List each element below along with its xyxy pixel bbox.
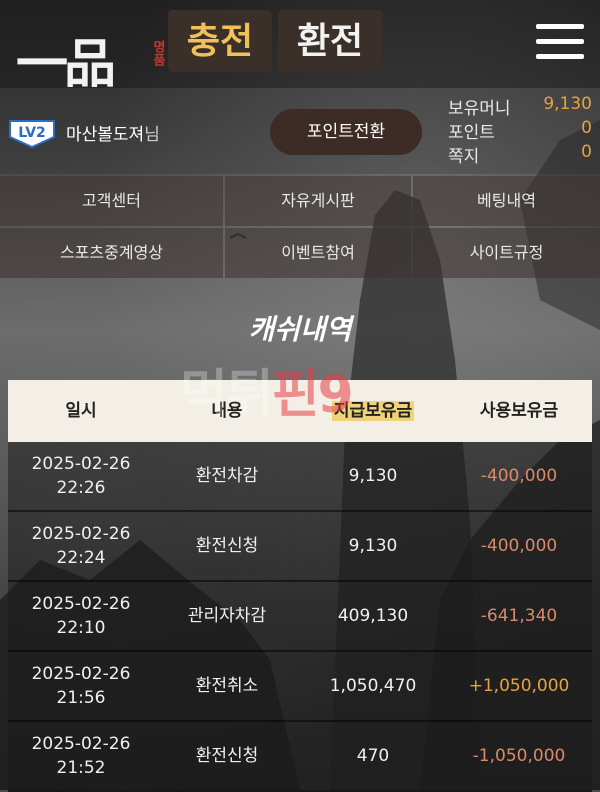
row-time: 22:10 [56,618,106,638]
nav-customer-center[interactable]: 고객센터 [0,176,223,226]
username-suffix: 님 [144,125,160,145]
charge-button[interactable]: 충전 [168,10,272,72]
site-logo[interactable]: 一品 명품 [8,14,165,95]
row-content: 환전신청 [195,746,259,766]
nav-event[interactable]: 이벤트참여 [225,228,411,278]
row-time: 22:26 [56,478,106,498]
row-used-balance: -400,000 [480,536,558,556]
row-paid-balance: 409,130 [337,606,409,626]
page-title: 캐쉬내역 [248,313,352,346]
username-text: 마산볼도져 [66,125,145,145]
stat-value-money: 9,130 [543,94,592,114]
row-datetime: 2025-02-26 22:24 [8,522,154,570]
row-datetime: 2025-02-26 21:52 [8,732,154,780]
stat-label-point: 포인트 [448,123,495,143]
svg-text:LV2: LV2 [18,125,46,141]
table-row: 2025-02-26 22:24 환전신청 9,130 -400,000 [8,512,592,582]
row-paid-balance: 470 [356,746,390,766]
header-used-balance: 사용보유금 [479,401,559,421]
row-content: 환전취소 [195,676,259,696]
row-used-balance: +1,050,000 [468,676,570,696]
table-row: 2025-02-26 22:10 관리자차감 409,130 -641,340 [8,582,592,652]
table-row: 2025-02-26 21:52 환전신청 470 -1,050,000 [8,722,592,792]
row-date: 2025-02-26 [31,594,131,614]
header-date: 일시 [65,401,97,421]
nav-sports-stream[interactable]: 스포츠중계영상 [0,228,223,278]
row-time: 22:24 [56,548,106,568]
row-time: 21:52 [56,758,106,778]
top-header: 一品 명품 충전 환전 [0,0,600,95]
row-datetime: 2025-02-26 22:26 [8,452,154,500]
nav-site-rules[interactable]: 사이트규정 [413,228,600,278]
table-row: 2025-02-26 21:56 환전취소 1,050,470 +1,050,00… [8,652,592,722]
row-used-balance: -1,050,000 [472,746,566,766]
logo-subtext: 명품 [150,40,165,66]
row-content: 환전차감 [195,466,259,486]
stat-label-message[interactable]: 쪽지 [448,142,479,167]
row-paid-balance: 9,130 [348,536,398,556]
stat-value-message: 0 [581,142,592,162]
row-used-balance: -400,000 [480,466,558,486]
username: 마산볼도져님 [66,120,160,145]
row-paid-balance: 9,130 [348,466,398,486]
nav-free-board[interactable]: 자유게시판 [225,176,411,226]
watermark-text-3: 9 [317,365,354,425]
row-datetime: 2025-02-26 21:56 [8,662,154,710]
nav-betting-history[interactable]: 베팅내역 [413,176,600,226]
row-paid-balance: 1,050,470 [329,676,417,696]
logo-text: 一品 [16,34,116,95]
row-content: 관리자차감 [187,606,267,626]
row-date: 2025-02-26 [31,734,131,754]
row-date: 2025-02-26 [31,664,131,684]
row-content: 환전신청 [195,536,259,556]
row-datetime: 2025-02-26 22:10 [8,592,154,640]
row-date: 2025-02-26 [31,524,131,544]
exchange-button[interactable]: 환전 [278,10,382,72]
watermark-text-2: 핀 [271,365,320,425]
stat-label-money: 보유머니 [448,99,511,119]
row-used-balance: -641,340 [480,606,558,626]
nav-menu-grid: 고객센터 자유게시판 베팅내역 스포츠중계영상 이벤트참여 사이트규정 [0,174,600,280]
row-time: 21:56 [56,688,106,708]
stat-value-point: 0 [581,118,592,138]
hamburger-menu-icon[interactable] [536,24,584,60]
watermark-text-1: 먹튀 [180,365,274,425]
point-convert-button[interactable]: 포인트전환 [270,109,422,155]
table-row: 2025-02-26 22:26 환전차감 9,130 -400,000 [8,442,592,512]
level-badge: LV2 [9,120,55,149]
row-date: 2025-02-26 [31,454,131,474]
watermark: 먹튀핀9 [180,352,354,427]
